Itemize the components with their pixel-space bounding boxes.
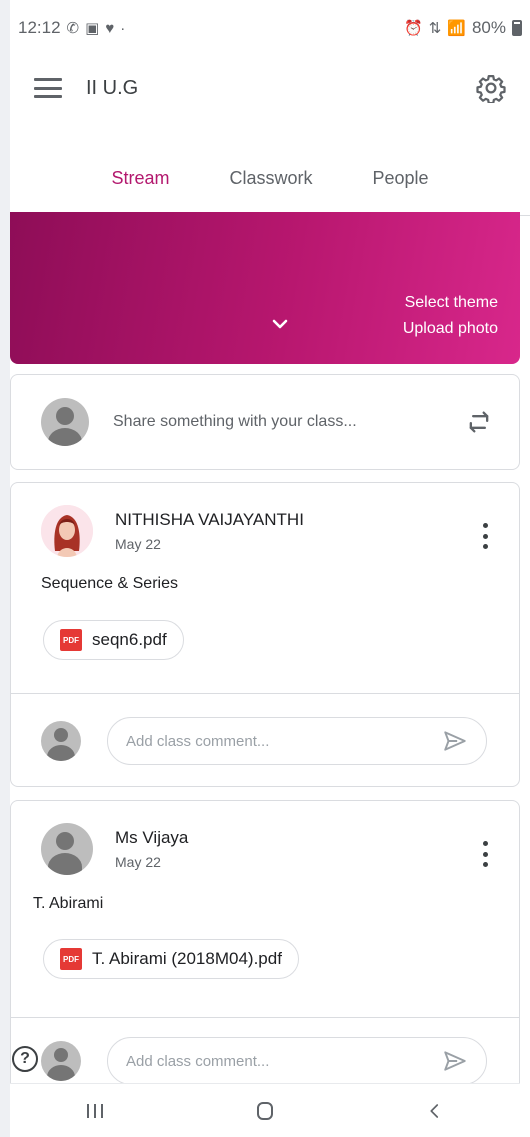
divider	[11, 1017, 519, 1018]
battery-icon	[512, 20, 522, 36]
home-icon	[257, 1101, 273, 1120]
attachment-name: seqn6.pdf	[92, 630, 167, 649]
home-button[interactable]	[245, 1091, 285, 1131]
comment-input[interactable]: Add class comment...	[107, 1037, 487, 1085]
upload-photo-link[interactable]: Upload photo	[403, 316, 498, 342]
banner-actions: Select theme Upload photo	[403, 290, 498, 342]
recents-button[interactable]	[75, 1091, 115, 1131]
select-theme-link[interactable]: Select theme	[403, 290, 498, 316]
alarm-icon: ⏰	[404, 20, 423, 37]
divider	[11, 693, 519, 694]
post-date: May 22	[115, 854, 161, 870]
avatar	[41, 398, 89, 446]
attachment-chip[interactable]: PDF seqn6.pdf	[43, 620, 184, 660]
tab-bar: Stream Classwork People	[10, 140, 530, 216]
post-author-block: NITHISHA VAIJAYANTHI May 22	[115, 510, 304, 552]
heart-icon: ♥	[105, 19, 115, 37]
tab-stream-label: Stream	[111, 167, 170, 188]
send-icon[interactable]	[442, 1048, 468, 1074]
pdf-icon: PDF	[60, 629, 82, 651]
status-time: 12:12	[18, 18, 61, 37]
post-author: NITHISHA VAIJAYANTHI	[115, 510, 304, 529]
share-input[interactable]: Share something with your class...	[113, 413, 465, 431]
repost-icon[interactable]	[465, 408, 493, 436]
back-icon	[430, 1103, 439, 1118]
volte-icon: ⇅	[428, 20, 442, 37]
send-icon[interactable]	[442, 728, 468, 754]
battery-percent: 80%	[471, 18, 506, 37]
pdf-icon: PDF	[60, 948, 82, 970]
system-nav-bar	[10, 1083, 520, 1137]
post-card: Ms Vijaya May 22 T. Abirami PDF T. Abira…	[10, 800, 520, 1100]
tab-people-label: People	[372, 167, 429, 188]
post-author-block: Ms Vijaya May 22	[115, 828, 188, 870]
post-body: Sequence & Series	[41, 575, 178, 592]
tab-stream[interactable]: Stream	[89, 140, 192, 216]
status-bar: 12:12 ✆ ▣ ♥ · ⏰ ⇅ 📶 80%	[10, 0, 530, 56]
class-title: II U.G	[86, 76, 139, 99]
avatar	[41, 823, 93, 875]
more-options-icon[interactable]	[481, 523, 489, 549]
tab-people[interactable]: People	[362, 140, 438, 216]
comment-input[interactable]: Add class comment...	[107, 717, 487, 765]
comment-row: Add class comment...	[41, 717, 487, 765]
comment-row: Add class comment...	[41, 1037, 487, 1085]
recents-icon	[87, 1103, 103, 1118]
post-card: NITHISHA VAIJAYANTHI May 22 Sequence & S…	[10, 482, 520, 787]
whatsapp-icon: ✆	[66, 20, 80, 37]
app-bar: II U.G	[10, 56, 530, 120]
tab-classwork[interactable]: Classwork	[219, 140, 322, 216]
comment-placeholder: Add class comment...	[126, 1052, 270, 1070]
share-card[interactable]: Share something with your class...	[10, 374, 520, 470]
comment-placeholder: Add class comment...	[126, 732, 270, 750]
menu-icon[interactable]	[34, 78, 62, 98]
tab-classwork-label: Classwork	[229, 167, 313, 188]
more-options-icon[interactable]	[481, 841, 489, 867]
post-header: Ms Vijaya May 22	[41, 823, 188, 875]
post-body: T. Abirami	[33, 895, 104, 912]
dot-icon: ·	[120, 19, 126, 37]
back-button[interactable]	[415, 1091, 455, 1131]
attachment-chip[interactable]: PDF T. Abirami (2018M04).pdf	[43, 939, 299, 979]
avatar	[41, 1041, 81, 1081]
avatar	[41, 721, 81, 761]
chevron-down-icon[interactable]	[268, 312, 292, 336]
post-author: Ms Vijaya	[115, 828, 189, 847]
help-icon[interactable]: ?	[12, 1046, 38, 1072]
avatar	[41, 505, 93, 557]
class-banner: Select theme Upload photo	[10, 212, 520, 364]
gallery-icon: ▣	[85, 20, 100, 37]
post-date: May 22	[115, 536, 161, 552]
gear-icon[interactable]	[476, 73, 506, 103]
signal-icon: 📶	[447, 20, 466, 37]
post-header: NITHISHA VAIJAYANTHI May 22	[41, 505, 304, 557]
attachment-name: T. Abirami (2018M04).pdf	[92, 949, 282, 968]
